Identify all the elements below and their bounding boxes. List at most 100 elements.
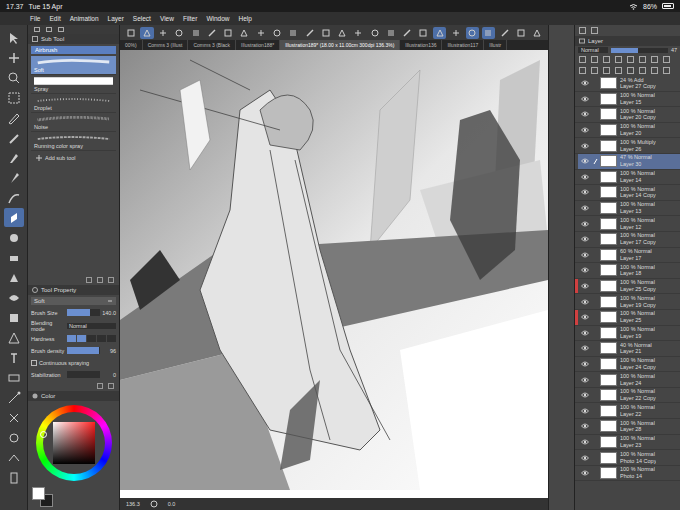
visibility-toggle[interactable] [578, 439, 591, 445]
menu-item[interactable]: View [160, 15, 174, 22]
layer-row[interactable]: 100 % NormalLayer 19 Copy [575, 294, 680, 310]
action-icon[interactable] [627, 56, 634, 63]
tool-button[interactable] [4, 188, 24, 207]
color-wheel[interactable] [36, 405, 112, 481]
visibility-toggle[interactable] [578, 345, 591, 351]
menu-item[interactable]: Select [133, 15, 151, 22]
action-icon[interactable] [651, 56, 658, 63]
layer-row[interactable]: 100 % NormalLayer 13 [575, 201, 680, 217]
layer-row[interactable]: 100 % NormalLayer 22 Copy [575, 388, 680, 404]
tool-button[interactable] [4, 388, 24, 407]
layer-row[interactable]: 100 % NormalLayer 20 [575, 123, 680, 139]
command-button[interactable] [417, 27, 430, 39]
hardness-steps[interactable] [67, 335, 116, 342]
tab-icon[interactable] [46, 27, 52, 32]
tool-button[interactable] [4, 128, 24, 147]
sub-tool-item[interactable]: Soft [31, 56, 116, 75]
command-button[interactable] [368, 27, 381, 39]
action-icon[interactable] [108, 383, 114, 389]
command-button[interactable] [173, 27, 186, 39]
tool-button[interactable] [4, 168, 24, 187]
visibility-toggle[interactable] [578, 267, 591, 273]
command-button[interactable] [270, 27, 283, 39]
visibility-toggle[interactable] [578, 252, 591, 258]
command-button[interactable] [319, 27, 332, 39]
action-icon[interactable] [639, 56, 646, 63]
document-tab[interactable]: Illustration117 [442, 40, 484, 50]
sub-tool-item[interactable]: Spray [31, 75, 116, 94]
visibility-toggle[interactable] [578, 189, 591, 195]
tool-button[interactable] [4, 88, 24, 107]
visibility-toggle[interactable] [578, 423, 591, 429]
main-sub-color[interactable] [32, 487, 54, 507]
visibility-toggle[interactable] [578, 205, 591, 211]
visibility-toggle[interactable] [578, 314, 591, 320]
command-button[interactable] [335, 27, 348, 39]
command-button[interactable] [238, 27, 251, 39]
command-button[interactable] [205, 27, 218, 39]
main-color[interactable] [32, 487, 45, 500]
hardness-step[interactable] [67, 335, 76, 342]
layer-row[interactable]: 100 % MultiplyLayer 26 [575, 138, 680, 154]
menu-item[interactable]: Help [239, 15, 252, 22]
layer-row[interactable]: 40 % NormalLayer 21 [575, 341, 680, 357]
tab-icon[interactable] [579, 27, 586, 34]
document-tab[interactable]: 00%) [120, 40, 143, 50]
tool-button[interactable] [4, 448, 24, 467]
command-button[interactable] [433, 27, 446, 39]
layer-row[interactable]: 100 % NormalLayer 19 [575, 326, 680, 342]
visibility-toggle[interactable] [578, 174, 591, 180]
tool-button[interactable] [4, 288, 24, 307]
layer-row[interactable]: 100 % NormalLayer 22 [575, 403, 680, 419]
action-icon[interactable] [97, 277, 103, 283]
action-icon[interactable] [639, 67, 646, 74]
command-button[interactable] [466, 27, 479, 39]
document-tab[interactable]: Illustration136 [400, 40, 442, 50]
action-icon[interactable] [86, 277, 92, 283]
sub-tool-item[interactable]: Droplet [31, 94, 116, 113]
tool-button[interactable] [4, 148, 24, 167]
action-icon[interactable] [108, 277, 114, 283]
tool-button[interactable] [4, 108, 24, 127]
tool-button[interactable] [4, 428, 24, 447]
visibility-toggle[interactable] [578, 96, 591, 102]
visibility-toggle[interactable] [578, 299, 591, 305]
tool-button[interactable] [4, 248, 24, 267]
action-icon[interactable] [591, 67, 598, 74]
visibility-toggle[interactable] [578, 470, 591, 476]
visibility-toggle[interactable] [578, 80, 591, 86]
slider-track[interactable] [67, 347, 100, 354]
command-button[interactable] [384, 27, 397, 39]
command-button[interactable] [449, 27, 462, 39]
command-button[interactable] [254, 27, 267, 39]
command-button[interactable] [531, 27, 544, 39]
tool-button[interactable] [4, 368, 24, 387]
layer-row[interactable]: 100 % NormalLayer 25 Copy [575, 279, 680, 295]
layer-row[interactable]: 100 % NormalLayer 28 [575, 419, 680, 435]
visibility-toggle[interactable] [578, 377, 591, 383]
layer-row[interactable]: 100 % NormalLayer 24 Copy [575, 357, 680, 373]
visibility-toggle[interactable] [578, 221, 591, 227]
layer-row[interactable]: 100 % NormalLayer 24 [575, 372, 680, 388]
add-sub-tool-button[interactable]: Add sub tool [28, 151, 119, 165]
artwork-canvas[interactable] [120, 50, 548, 498]
visibility-toggle[interactable] [578, 361, 591, 367]
blending-select[interactable]: Normal [67, 323, 116, 329]
command-button[interactable] [140, 27, 153, 39]
command-button[interactable] [189, 27, 202, 39]
command-button[interactable] [124, 27, 137, 39]
slider-track[interactable] [67, 309, 100, 316]
menu-item[interactable]: Animation [70, 15, 99, 22]
blend-select[interactable]: Normal [578, 47, 608, 53]
tool-button[interactable] [4, 208, 24, 227]
layer-row[interactable]: 100 % NormalLayer 14 Copy [575, 185, 680, 201]
opacity-track[interactable] [611, 48, 668, 53]
visibility-toggle[interactable] [578, 127, 591, 133]
opacity-value[interactable]: 47 [671, 47, 677, 53]
tab-icon[interactable] [58, 27, 64, 32]
color-square[interactable] [53, 422, 95, 464]
visibility-toggle[interactable] [578, 455, 591, 461]
action-icon[interactable] [627, 67, 634, 74]
tab-icon[interactable] [591, 27, 598, 34]
document-tab[interactable]: Illustration188* [236, 40, 280, 50]
